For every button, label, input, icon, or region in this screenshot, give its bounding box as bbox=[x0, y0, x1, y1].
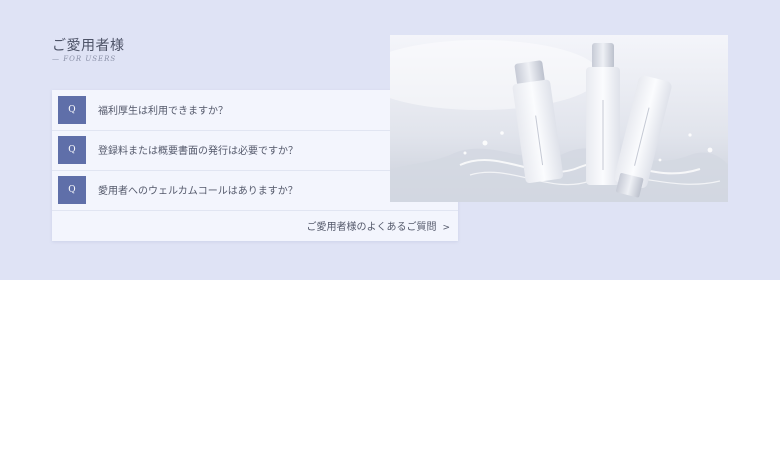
faq-more-link[interactable]: ご愛用者様のよくあるご質問 > bbox=[306, 218, 450, 233]
q-badge: Q bbox=[58, 96, 86, 124]
q-badge: Q bbox=[58, 136, 86, 164]
faq-question: 福利厚生は利用できますか？ bbox=[98, 106, 228, 117]
q-badge: Q bbox=[58, 176, 86, 204]
section-subtitle: — FOR USERS bbox=[52, 55, 117, 63]
chevron-right-icon: > bbox=[442, 223, 450, 233]
faq-more-label: ご愛用者様のよくあるご質問 bbox=[306, 222, 437, 233]
faq-question: 愛用者へのウェルカムコールはありますか？ bbox=[98, 186, 298, 197]
section-title: ご愛用者様 bbox=[52, 38, 125, 54]
product-photo bbox=[390, 35, 728, 202]
faq-question: 登録料または概要書面の発行は必要ですか？ bbox=[98, 146, 298, 157]
product-photo-graphic bbox=[390, 35, 728, 202]
